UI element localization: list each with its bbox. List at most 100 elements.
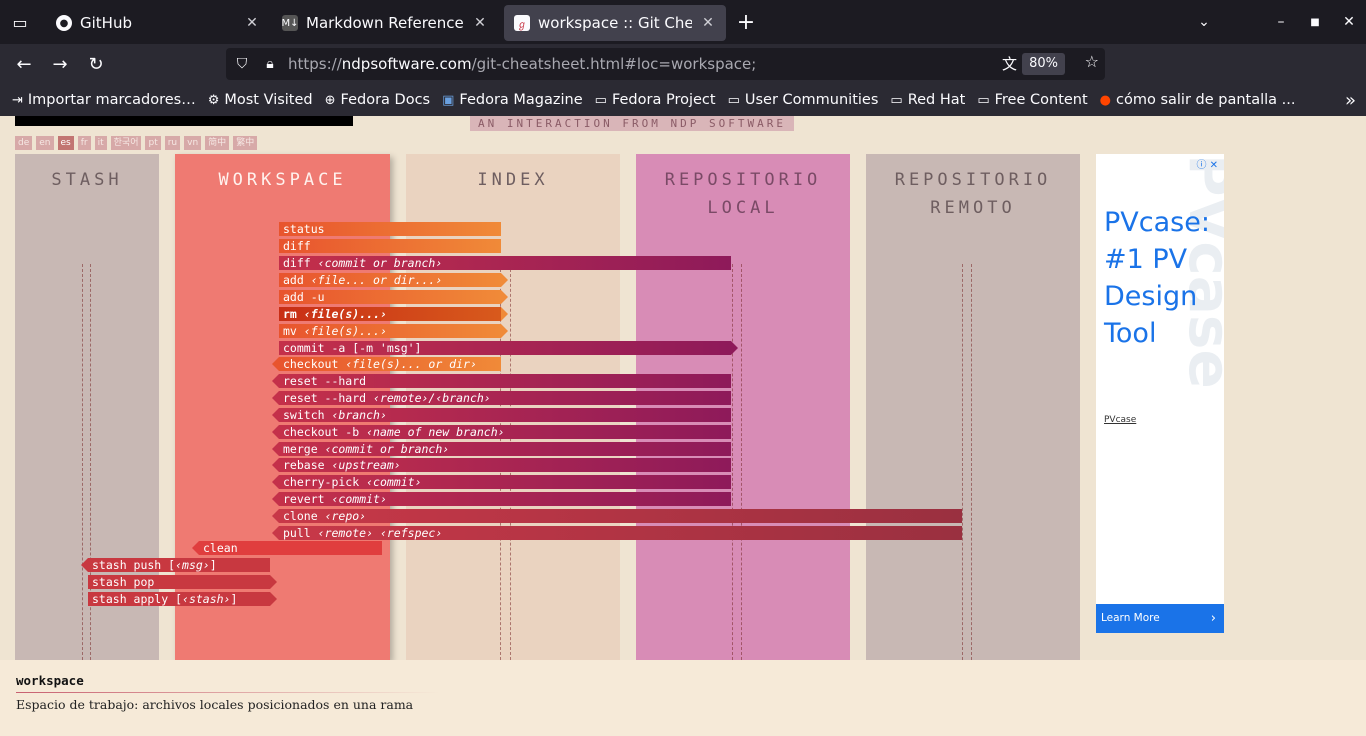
bookmark-fedora-magazine[interactable]: ▣ Fedora Magazine bbox=[442, 92, 583, 108]
lang-ko[interactable]: 한국어 bbox=[110, 136, 142, 150]
gear-icon: ⚙ bbox=[207, 92, 220, 108]
divider bbox=[962, 264, 963, 660]
new-tab-button[interactable]: + bbox=[726, 0, 766, 44]
tab-git-cheatsheet[interactable]: ℊ workspace :: Git Cheatshe ✕ bbox=[504, 5, 726, 41]
lang-es[interactable]: es bbox=[57, 136, 74, 150]
bookmark-most-visited[interactable]: ⚙ Most Visited bbox=[208, 92, 313, 108]
zoom-level[interactable]: 80% bbox=[1022, 53, 1065, 75]
close-window-button[interactable]: ✕ bbox=[1332, 0, 1366, 44]
ndp-icon: ℊ bbox=[514, 15, 530, 31]
shield-icon[interactable]: ⛉ bbox=[228, 56, 256, 72]
bookmark-folder-fedora-project[interactable]: ▭ Fedora Project bbox=[595, 92, 716, 108]
bookmark-folder-user-communities[interactable]: ▭ User Communities bbox=[728, 92, 879, 108]
command-suffix: ] bbox=[230, 592, 238, 606]
bookmark-label: User Communities bbox=[744, 92, 879, 108]
lang-de[interactable]: de bbox=[15, 136, 33, 150]
command-name: pull bbox=[283, 526, 311, 540]
bookmarks-bar: ⇥ Importar marcadores… ⚙ Most Visited ⊕ Fed… bbox=[0, 84, 1366, 116]
command-diff[interactable]: diff bbox=[279, 239, 501, 253]
command-stash-apply[interactable]: stash apply [‹stash›] bbox=[88, 592, 277, 606]
command-status[interactable]: status bbox=[279, 222, 501, 236]
command-arg: ‹file(s)...› bbox=[303, 324, 387, 338]
chevron-double-right-icon[interactable]: » bbox=[1345, 84, 1356, 116]
lang-fr[interactable]: fr bbox=[77, 136, 91, 150]
lang-vn[interactable]: vn bbox=[184, 136, 202, 150]
command-name: add -u bbox=[283, 290, 325, 304]
tab-markdown-reference[interactable]: M↓ Markdown Reference ✕ bbox=[272, 5, 498, 41]
back-button[interactable]: ← bbox=[6, 48, 42, 80]
forward-button[interactable]: → bbox=[42, 48, 78, 80]
command-reset-hard-remote[interactable]: reset --hard ‹remote›/‹branch› bbox=[272, 391, 731, 405]
command-name: status bbox=[283, 222, 325, 236]
command-add-u[interactable]: add -u bbox=[279, 290, 508, 304]
url-bar[interactable]: ⛉ 🔒︎ https://ndpsoftware.com/git-cheatsh… bbox=[226, 48, 1105, 80]
command-revert[interactable]: revert ‹commit› bbox=[272, 492, 731, 506]
minimize-button[interactable]: – bbox=[1264, 0, 1298, 44]
command-name: checkout bbox=[283, 357, 339, 371]
command-checkout-file[interactable]: checkout ‹file(s)... or dir› bbox=[272, 357, 501, 371]
folder-icon: ▭ bbox=[727, 92, 740, 108]
ad-learn-more-button[interactable]: Learn More › bbox=[1096, 604, 1224, 633]
bookmark-fedora-docs[interactable]: ⊕ Fedora Docs bbox=[325, 92, 430, 108]
command-mv[interactable]: mv ‹file(s)...› bbox=[279, 324, 508, 338]
maximize-button[interactable]: ■ bbox=[1298, 0, 1332, 44]
command-clean[interactable]: clean bbox=[192, 541, 382, 555]
close-icon[interactable]: ✕ bbox=[472, 15, 488, 31]
column-title-line: REMOTO bbox=[930, 198, 1016, 218]
ad-choices-icon[interactable]: ⓘ ✕ bbox=[1196, 156, 1218, 171]
bookmark-import[interactable]: ⇥ Importar marcadores… bbox=[12, 92, 196, 108]
lang-zh-tw[interactable]: 繁中 bbox=[233, 136, 258, 150]
column-local-repository[interactable]: REPOSITORIO LOCAL bbox=[636, 154, 850, 660]
lang-en[interactable]: en bbox=[36, 136, 54, 150]
chevron-down-icon[interactable]: ⌄ bbox=[1187, 0, 1221, 44]
ad-headline[interactable]: PVcase: #1 PV Design Tool bbox=[1104, 204, 1222, 352]
command-reset-hard[interactable]: reset --hard bbox=[272, 374, 731, 388]
tab-list-icon[interactable]: ▭ bbox=[0, 0, 40, 44]
lang-pt[interactable]: pt bbox=[145, 136, 161, 150]
command-checkout-b[interactable]: checkout -b ‹name of new branch› bbox=[272, 425, 731, 439]
info-title: workspace bbox=[16, 673, 84, 688]
url-text[interactable]: https://ndpsoftware.com/git-cheatsheet.h… bbox=[288, 55, 756, 73]
header-bar bbox=[15, 116, 353, 126]
column-title: REPOSITORIO LOCAL bbox=[636, 166, 850, 222]
command-add[interactable]: add ‹file... or dir...› bbox=[279, 273, 508, 287]
command-pull[interactable]: pull ‹remote› ‹refspec› bbox=[272, 526, 962, 540]
bookmark-label: cómo salir de pantalla ... bbox=[1116, 92, 1296, 108]
advertisement[interactable]: PVcase ⓘ ✕ PVcase: #1 PV Design Tool PVc… bbox=[1096, 154, 1224, 633]
language-selector: de en es fr it 한국어 pt ru vn 简中 繁中 bbox=[15, 136, 258, 150]
close-icon[interactable]: ✕ bbox=[244, 15, 260, 31]
lang-zh-cn[interactable]: 简中 bbox=[205, 136, 230, 150]
star-icon[interactable]: ☆ bbox=[1085, 52, 1099, 71]
folder-icon: ▭ bbox=[890, 92, 903, 108]
column-remote-repository[interactable]: REPOSITORIO REMOTO bbox=[866, 154, 1080, 660]
command-suffix: ] bbox=[209, 558, 217, 572]
command-name: rebase bbox=[283, 458, 325, 472]
command-rm[interactable]: rm ‹file(s)...› bbox=[279, 307, 508, 321]
bookmark-folder-red-hat[interactable]: ▭ Red Hat bbox=[890, 92, 965, 108]
command-diff-commit[interactable]: diff ‹commit or branch› bbox=[279, 256, 731, 270]
tab-github[interactable]: ● GitHub ✕ bbox=[46, 5, 270, 41]
reload-button[interactable]: ↻ bbox=[78, 48, 114, 80]
command-stash-push[interactable]: stash push [‹msg›] bbox=[81, 558, 270, 572]
command-rebase[interactable]: rebase ‹upstream› bbox=[272, 458, 731, 472]
bookmark-reddit[interactable]: ● cómo salir de pantalla ... bbox=[1100, 92, 1296, 108]
command-stash-pop[interactable]: stash pop bbox=[88, 575, 277, 589]
command-clone[interactable]: clone ‹repo› bbox=[272, 509, 962, 523]
command-arg: ‹file(s)...› bbox=[303, 307, 387, 321]
command-merge[interactable]: merge ‹commit or branch› bbox=[272, 442, 731, 456]
translate-icon[interactable]: 文 bbox=[1002, 53, 1017, 74]
ad-brand[interactable]: PVcase bbox=[1104, 415, 1136, 425]
command-cherry-pick[interactable]: cherry-pick ‹commit› bbox=[272, 475, 731, 489]
command-switch[interactable]: switch ‹branch› bbox=[272, 408, 731, 422]
lang-it[interactable]: it bbox=[94, 136, 107, 150]
divider bbox=[732, 264, 733, 660]
bookmark-label: Fedora Project bbox=[611, 92, 716, 108]
lock-icon[interactable]: 🔒︎ bbox=[256, 56, 284, 72]
column-title: STASH bbox=[51, 170, 123, 190]
command-name: merge bbox=[283, 442, 318, 456]
command-commit-a[interactable]: commit -a [-m 'msg'] bbox=[279, 341, 738, 355]
chevron-right-icon: › bbox=[1210, 611, 1216, 626]
bookmark-folder-free-content[interactable]: ▭ Free Content bbox=[977, 92, 1087, 108]
lang-ru[interactable]: ru bbox=[164, 136, 181, 150]
close-icon[interactable]: ✕ bbox=[700, 15, 716, 31]
